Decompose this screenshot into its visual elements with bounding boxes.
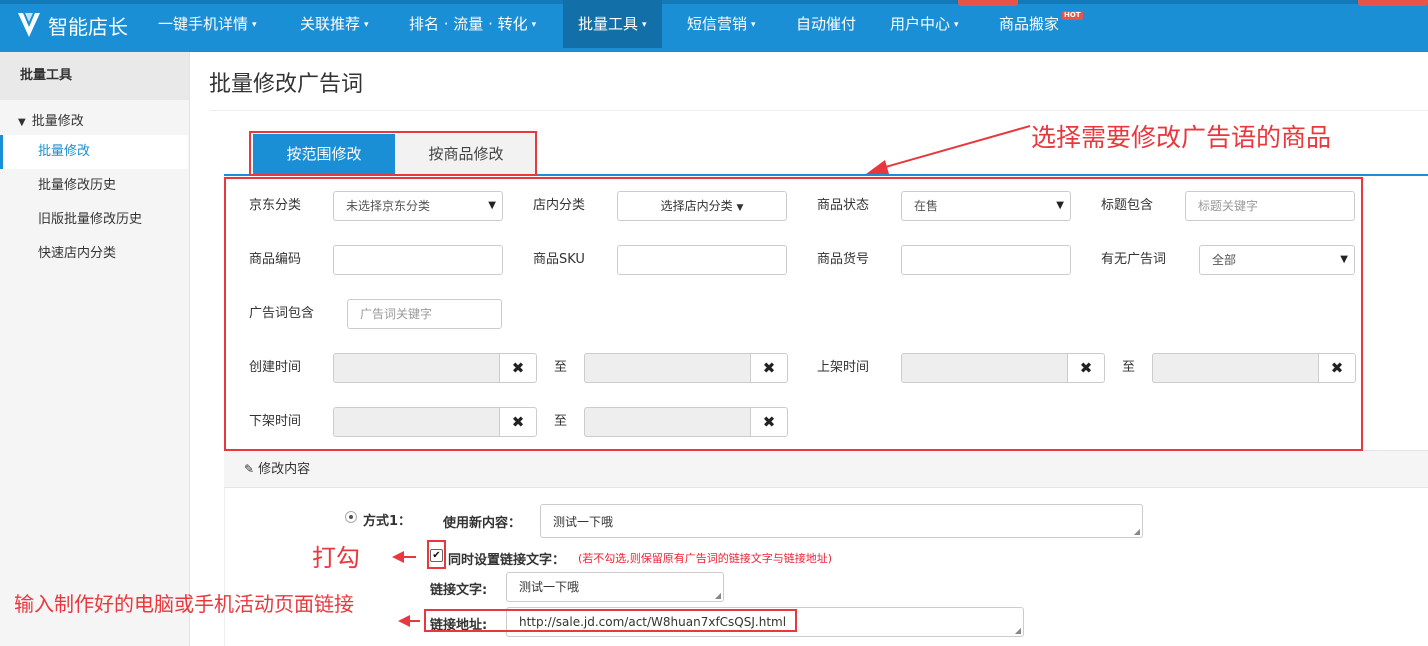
top-deco-right [1358, 0, 1428, 6]
link-note: (若不勾选,则保留原有广告词的链接文字与链接地址) [578, 552, 833, 565]
annotation-box-link-url [424, 609, 797, 632]
caret-down-icon: ▾ [954, 19, 959, 30]
nav-label: 商品搬家 [999, 15, 1060, 33]
resize-grip-icon[interactable]: ◢ [715, 592, 721, 600]
annotation-check: 打勾 [312, 544, 360, 572]
sidebar-item-old-history[interactable]: 旧版批量修改历史 [0, 203, 188, 237]
brand-name: 智能店长 [48, 14, 128, 39]
nav-sms[interactable]: 短信营销 ▾ [687, 0, 756, 48]
caret-down-icon: ▾ [531, 19, 537, 30]
new-content-textarea[interactable]: 测试一下哦 ◢ [540, 504, 1143, 538]
nav-user-center[interactable]: 用户中心 ▾ [890, 0, 959, 48]
brand-logo[interactable]: 智能店长 [16, 8, 128, 42]
resize-grip-icon[interactable]: ◢ [1015, 627, 1021, 635]
sidebar-group-batch-modify[interactable]: ▼ 批量修改 [18, 110, 84, 129]
annotation-select-goods: 选择需要修改广告语的商品 [1031, 123, 1332, 152]
section-title: 修改内容 [258, 462, 311, 477]
annotation-box-tabs [249, 131, 537, 176]
nav-mobile-detail[interactable]: 一键手机详情 ▾ [158, 0, 257, 48]
annotation-box-filters [224, 177, 1363, 451]
resize-grip-icon[interactable]: ◢ [1134, 528, 1140, 536]
method1-radio[interactable] [345, 511, 357, 523]
link-text-textarea[interactable]: 测试一下哦 ◢ [506, 572, 724, 602]
nav-auto-remind[interactable]: 自动催付 [796, 0, 856, 48]
page-title: 批量修改广告词 [209, 72, 364, 97]
annotation-box-checkbox [427, 540, 446, 569]
sidebar-item-batch-modify[interactable]: 批量修改 [0, 135, 188, 169]
caret-down-icon: ▾ [642, 19, 647, 30]
sidebar: 批量工具 ▼ 批量修改 批量修改 批量修改历史 旧版批量修改历史 快速店内分类 [0, 52, 190, 646]
caret-down-icon: ▾ [252, 19, 257, 30]
nav-batch-tools[interactable]: 批量工具 ▾ [563, 0, 662, 48]
sidebar-group-label: 批量修改 [31, 114, 84, 129]
link-checkbox-label: 同时设置链接文字： [448, 553, 566, 568]
modify-section-header: ✎ 修改内容 [224, 450, 1428, 488]
nav-label: 一键手机详情 [158, 15, 249, 33]
sidebar-header: 批量工具 [0, 52, 189, 100]
textarea-value: 测试一下哦 [553, 515, 614, 529]
sidebar-item-quick-category[interactable]: 快速店内分类 [0, 237, 188, 271]
nav-label: 排名 · 流量 · 转化 [409, 15, 528, 33]
nav-label: 自动催付 [796, 15, 857, 33]
caret-down-icon: ▾ [751, 19, 756, 30]
nav-related[interactable]: 关联推荐 ▾ [300, 0, 369, 48]
new-content-label: 使用新内容： [443, 516, 522, 531]
link-text-label: 链接文字: [430, 583, 488, 598]
nav-label: 批量工具 [578, 15, 639, 33]
method1-label: 方式1： [363, 514, 412, 529]
annotation-enter-link: 输入制作好的电脑或手机活动页面链接 [14, 592, 354, 616]
sidebar-item-history[interactable]: 批量修改历史 [0, 169, 188, 203]
divider [209, 110, 1428, 111]
textarea-value: 测试一下哦 [519, 580, 580, 594]
caret-down-icon: ▾ [364, 19, 369, 30]
nav-move-goods[interactable]: 商品搬家 [999, 0, 1059, 48]
logo-icon [18, 13, 40, 37]
hot-badge: HOT [1062, 11, 1083, 20]
nav-label: 关联推荐 [300, 15, 361, 33]
nav-label: 短信营销 [687, 15, 748, 33]
nav-ranking[interactable]: 排名 · 流量 · 转化 ▾ [409, 0, 536, 48]
edit-icon: ✎ [244, 462, 255, 476]
triangle-down-icon: ▼ [18, 117, 26, 128]
nav-label: 用户中心 [890, 15, 951, 33]
